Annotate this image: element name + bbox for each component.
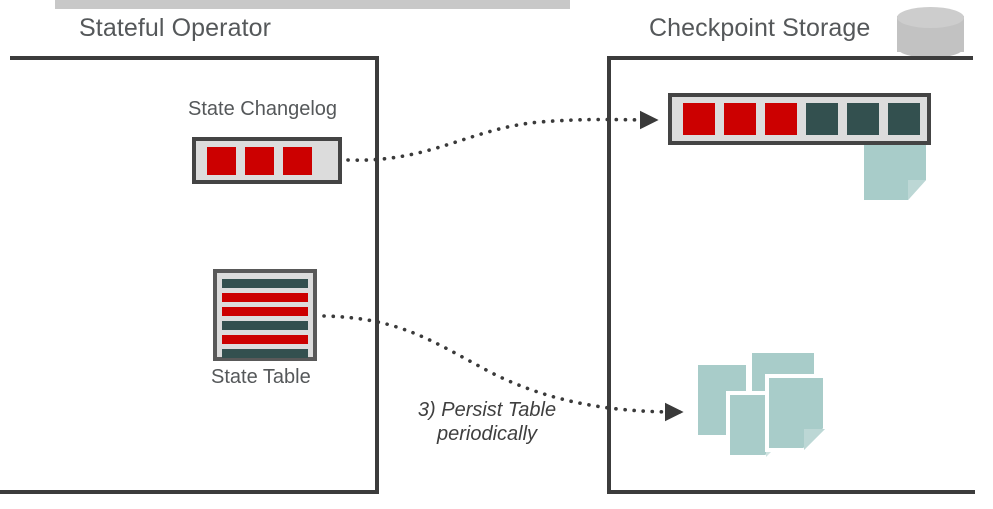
changelog-cell (207, 146, 236, 175)
stateful-operator-frame (0, 56, 379, 494)
cylinder-bottom-ellipse (897, 37, 964, 58)
storage-changelog-cell (888, 103, 920, 135)
state-table-row (222, 335, 308, 344)
annotation-persist-table: 3) Persist Table periodically (392, 398, 582, 447)
diagram-canvas: Stateful Operator Checkpoint Storage Sta… (0, 0, 993, 509)
state-changelog-caption: State Changelog (188, 98, 338, 120)
storage-changelog-box (668, 93, 931, 145)
storage-changelog-cell (683, 103, 715, 135)
state-changelog-box (192, 137, 342, 184)
state-table-row (222, 307, 308, 316)
cylinder-top-ellipse (897, 7, 964, 28)
page-stack-icon (692, 351, 827, 461)
frame-right-left-edge (607, 56, 611, 494)
changelog-cell (283, 146, 312, 175)
annotation-line-2: periodically (436, 423, 538, 446)
database-cylinder-icon (897, 7, 964, 59)
state-table-row (222, 349, 308, 358)
frame-left-right-edge (375, 56, 379, 494)
storage-changelog-cell (847, 103, 879, 135)
panel-title-stateful-operator: Stateful Operator (79, 14, 272, 42)
frame-right-top-edge (607, 56, 973, 60)
frame-left-top-edge (10, 56, 379, 60)
state-table-box (213, 269, 317, 361)
changelog-cell (245, 146, 274, 175)
annotation-line-1: 3) Persist Table (417, 399, 557, 421)
top-gray-strip (55, 0, 570, 9)
storage-changelog-cell (806, 103, 838, 135)
panel-title-checkpoint-storage: Checkpoint Storage (649, 14, 871, 42)
frame-left-bottom-edge (0, 490, 379, 494)
state-table-row (222, 321, 308, 330)
state-table-caption: State Table (211, 366, 311, 388)
state-table-row (222, 293, 308, 302)
state-table-row (222, 279, 308, 288)
storage-changelog-cell (765, 103, 797, 135)
frame-right-bottom-edge (607, 490, 975, 494)
storage-changelog-cell (724, 103, 756, 135)
